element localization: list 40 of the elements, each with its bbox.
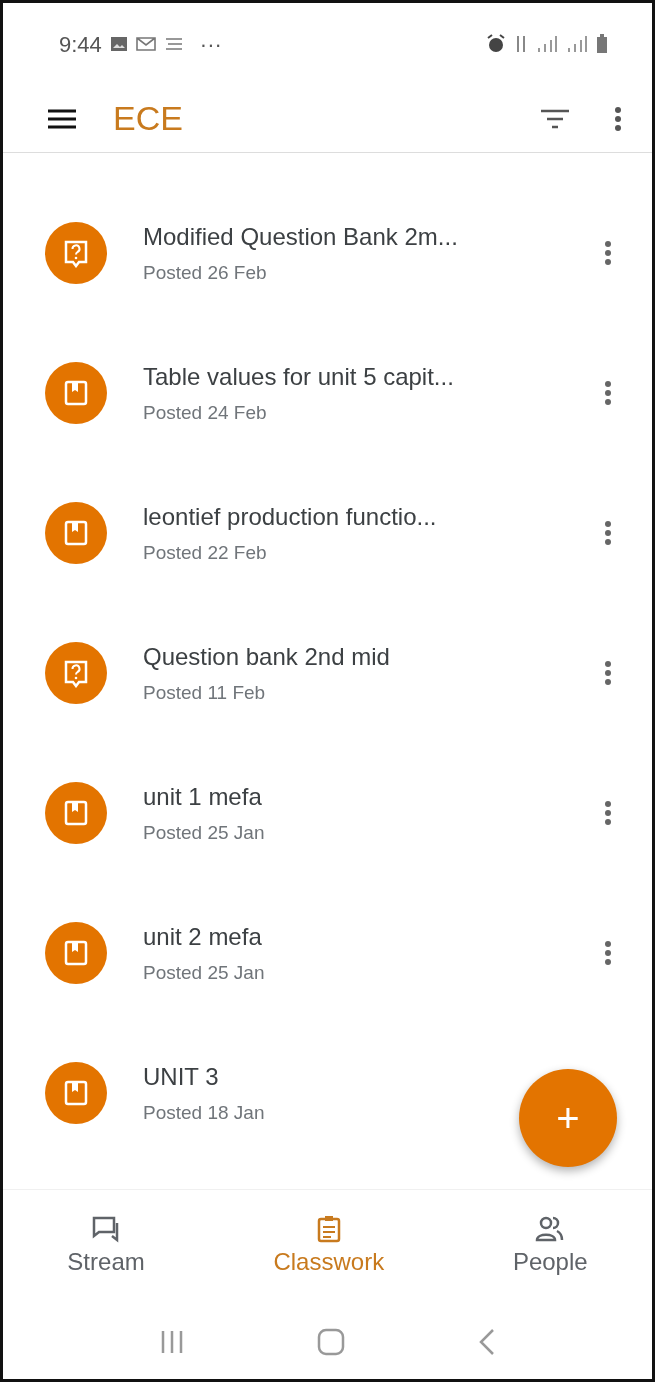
signal-icon <box>566 35 588 53</box>
nav-tab[interactable]: People <box>504 1214 596 1280</box>
more-options-icon[interactable] <box>604 520 612 546</box>
more-options-icon[interactable] <box>604 380 612 406</box>
mail-icon <box>135 37 156 51</box>
posted-date: Posted 24 Feb <box>143 400 267 425</box>
people-icon <box>535 1214 566 1244</box>
posted-date: Posted 25 Jan <box>143 820 265 845</box>
alarm-icon <box>486 34 506 54</box>
back-icon[interactable] <box>477 1327 496 1356</box>
recent-apps-icon[interactable] <box>159 1328 184 1355</box>
item-title[interactable]: UNIT 3 <box>143 1058 219 1095</box>
item-title[interactable]: unit 2 mefa <box>143 918 262 955</box>
nav-tab[interactable]: Stream <box>59 1214 153 1280</box>
item-title[interactable]: Modified Question Bank 2m... <box>143 218 458 255</box>
data-icon <box>514 34 528 54</box>
more-options-icon[interactable] <box>604 940 612 966</box>
more-notifications-icon: ··· <box>199 27 222 61</box>
more-options-icon[interactable] <box>604 660 612 686</box>
posted-date: Posted 26 Feb <box>143 260 267 285</box>
signal-icon <box>536 35 558 53</box>
more-options-icon[interactable] <box>604 240 612 266</box>
menu-icon[interactable] <box>47 107 77 130</box>
filter-icon[interactable] <box>540 107 570 130</box>
item-title[interactable]: Question bank 2nd mid <box>143 638 390 675</box>
item-title[interactable]: unit 1 mefa <box>143 778 262 815</box>
class-title: ECE <box>113 98 184 139</box>
posted-date: Posted 18 Jan <box>143 1100 265 1125</box>
item-title[interactable]: leontief production functio... <box>143 498 437 535</box>
battery-icon <box>596 34 608 54</box>
notification-icon <box>163 36 184 52</box>
status-time: 9:44 <box>59 30 102 59</box>
item-title[interactable]: Table values for unit 5 capit... <box>143 358 454 395</box>
home-icon[interactable] <box>316 1327 345 1356</box>
more-options-icon[interactable] <box>614 105 622 132</box>
posted-date: Posted 11 Feb <box>143 680 266 705</box>
image-icon <box>109 36 128 52</box>
posted-date: Posted 22 Feb <box>143 540 267 565</box>
posted-date: Posted 25 Jan <box>143 960 265 985</box>
more-options-icon[interactable] <box>604 800 612 826</box>
